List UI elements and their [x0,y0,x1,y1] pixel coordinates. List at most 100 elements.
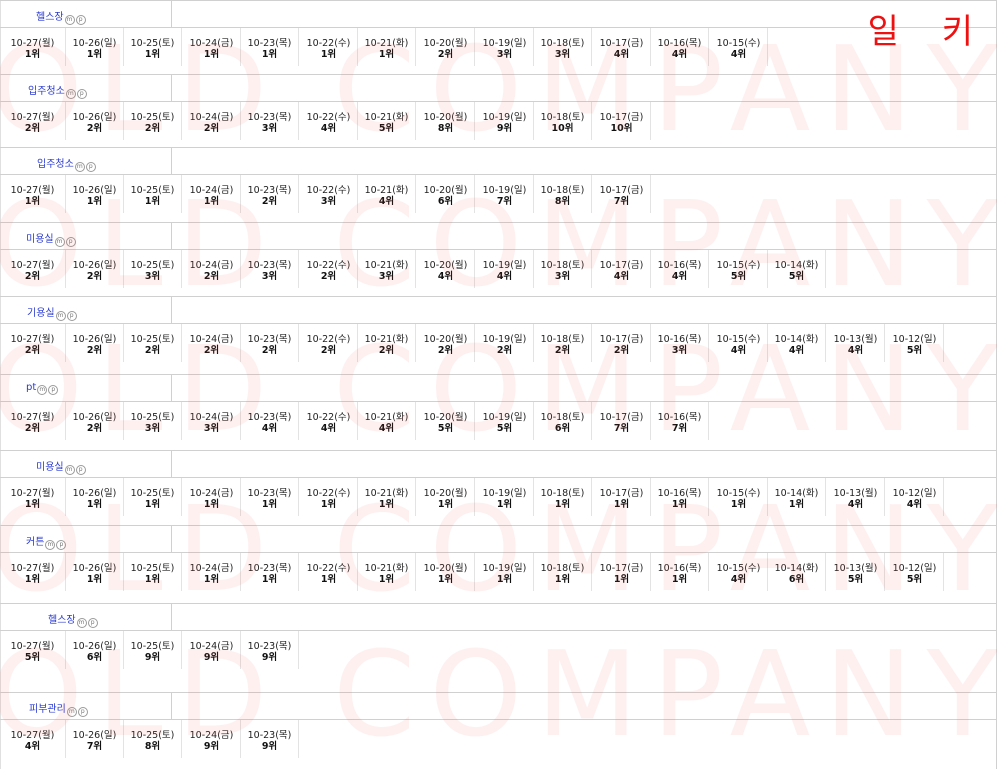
mobile-icon[interactable]: m [55,311,66,321]
rank-date: 10-19(일) [482,488,527,499]
keyword-link[interactable]: 피부관리 m p [29,700,88,717]
rank-row: 10-27(월) 5위 10-26(일) 6위 10-25(토) 9위 10-24(금) 9위… [0,631,997,675]
rank-date: 10-18(토) [540,334,585,345]
rank-cell: 10-20(월) 2위 [417,28,475,66]
rank-value: 3위 [203,423,220,434]
rank-date: 10-16(목) [657,488,702,499]
rank-date: 10-23(목) [247,488,292,499]
pc-icon[interactable]: p [77,707,88,717]
rank-value: 8위 [144,741,161,752]
mobile-icon[interactable]: m [45,540,56,550]
rank-cell: 10-14(화) 4위 [768,324,826,362]
rank-value: 6위 [437,196,454,207]
rank-value: 4위 [671,271,688,282]
rank-cell: 10-22(수) 4위 [300,102,358,140]
keyword-link[interactable]: 미용실 m p [26,230,76,247]
rank-date: 10-25(토) [130,412,175,423]
keyword-cell: 피부관리 m p [0,693,172,719]
pc-icon[interactable]: p [87,618,98,628]
rank-date: 10-14(화) [774,563,819,574]
rank-value: 4위 [730,574,747,585]
rank-date: 10-25(토) [130,563,175,574]
rank-row: 10-27(월) 1위 10-26(일) 1위 10-25(토) 1위 10-24(금) 1위… [0,28,997,72]
rank-value: 4위 [261,423,278,434]
keyword-link[interactable]: 입주청소 m p [28,82,87,99]
mobile-icon[interactable]: m [65,89,76,99]
keyword-link[interactable]: 커튼 m p [26,533,67,550]
pc-icon[interactable]: p [65,237,76,247]
rank-value: 5위 [906,574,923,585]
rank-date: 10-24(금) [189,38,234,49]
rank-value: 10위 [610,123,633,134]
rank-value: 8위 [554,196,571,207]
rank-cell: 10-22(수) 1위 [300,28,358,66]
rank-cell: 10-18(토) 3위 [534,28,592,66]
rank-date: 10-15(수) [716,488,761,499]
rank-row: 10-27(월) 2위 10-26(일) 2위 10-25(토) 2위 10-24(금) 2위… [0,324,997,368]
keyword-link[interactable]: 입주청소 m p [37,155,96,172]
rank-date: 10-19(일) [482,412,527,423]
rank-date: 10-12(일) [892,334,937,345]
pc-icon[interactable]: p [76,89,87,99]
rank-value: 3위 [554,271,571,282]
rank-value: 1위 [378,49,395,60]
pc-icon[interactable]: p [75,465,86,475]
rank-value: 2위 [378,345,395,356]
mobile-icon[interactable]: m [66,707,77,717]
pc-icon[interactable]: p [75,15,86,25]
rank-date: 10-17(금) [599,38,644,49]
keyword-link[interactable]: 기용실 m p [27,304,77,321]
rank-value: 2위 [86,345,103,356]
rank-value: 1위 [671,574,688,585]
rank-cell: 10-21(화) 1위 [358,478,416,516]
rank-date: 10-16(목) [657,260,702,271]
rank-cell: 10-18(토) 6위 [534,402,592,440]
rank-date: 10-19(일) [482,185,527,196]
rank-cell: 10-25(토) 9위 [124,631,182,669]
rank-value: 1위 [24,574,41,585]
pc-icon[interactable]: p [48,385,59,395]
rank-value: 1위 [378,499,395,510]
keyword-link[interactable]: 미용실 m p [36,458,86,475]
rank-cell: 10-13(월) 4위 [827,478,885,516]
rank-value: 5위 [437,423,454,434]
rank-value: 7위 [86,741,103,752]
rank-cell: 10-13(월) 4위 [827,324,885,362]
rank-value: 2위 [261,345,278,356]
rank-value: 1위 [496,499,513,510]
keyword-link[interactable]: 헬스장 m p [48,611,98,628]
mobile-icon[interactable]: m [54,237,65,247]
rank-date: 10-12(일) [892,488,937,499]
mobile-icon[interactable]: m [64,465,75,475]
pc-icon[interactable]: p [66,311,77,321]
rank-date: 10-13(월) [833,334,878,345]
rank-date: 10-22(수) [306,112,351,123]
mobile-icon[interactable]: m [74,162,85,172]
rank-cell: 10-25(토) 1위 [124,28,182,66]
rank-cell: 10-21(화) 1위 [358,28,416,66]
rank-cell: 10-27(월) 1위 [0,175,66,213]
mobile-icon[interactable]: m [64,15,75,25]
rank-value: 1위 [24,196,41,207]
keyword-link[interactable]: 헬스장 m p [36,8,86,25]
rank-cell: 10-27(월) 2위 [0,250,66,288]
mobile-icon[interactable]: m [37,385,48,395]
rank-value: 1위 [496,574,513,585]
rank-date: 10-24(금) [189,260,234,271]
rank-value: 2위 [261,196,278,207]
rank-value: 4위 [378,423,395,434]
rank-date: 10-20(월) [423,334,468,345]
mobile-icon[interactable]: m [76,618,87,628]
pc-icon[interactable]: p [85,162,96,172]
rank-date: 10-23(목) [247,185,292,196]
rank-value: 2위 [144,345,161,356]
keyword-header: 미용실 m p [0,450,997,478]
rank-value: 2위 [86,271,103,282]
rank-date: 10-27(월) [10,112,55,123]
rank-cell: 10-23(목) 1위 [241,28,299,66]
rank-date: 10-26(일) [72,730,117,741]
rank-value: 1위 [320,574,337,585]
keyword-link[interactable]: pt m p [26,382,59,395]
rank-value: 4위 [320,423,337,434]
pc-icon[interactable]: p [56,540,67,550]
